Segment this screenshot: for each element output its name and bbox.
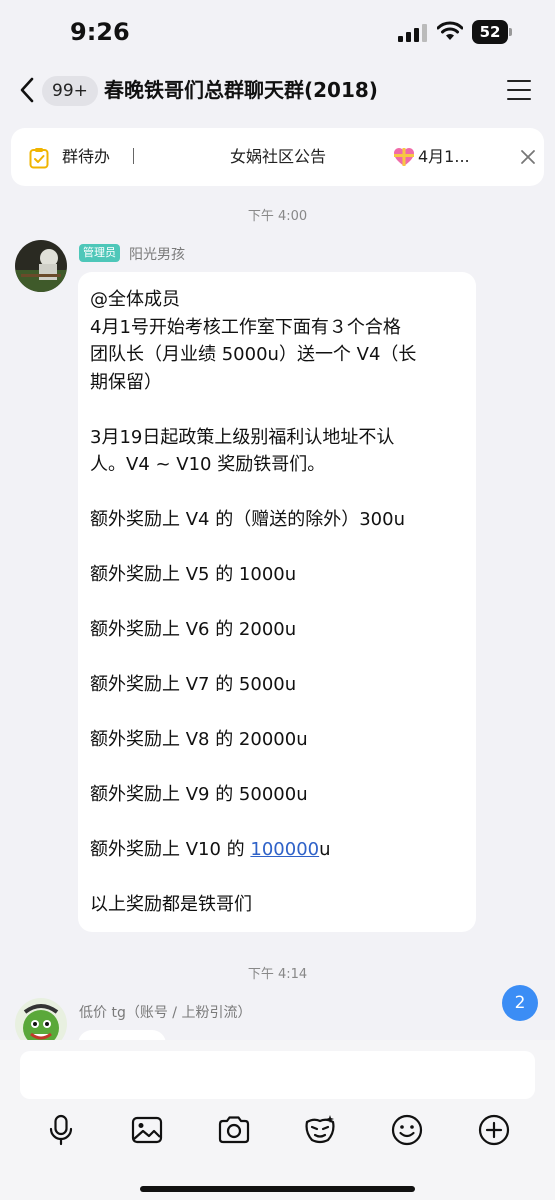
emoji-icon[interactable] [389, 1112, 425, 1148]
message-line: 4月1号开始考核工作室下面有３个合格 [90, 316, 401, 338]
message-line: @全体成员 [90, 289, 180, 310]
avatar-photo [15, 240, 67, 292]
gift-heart-icon [394, 148, 414, 166]
sender-name[interactable]: 低价 tg（账号 / 上粉引流） [79, 1002, 251, 1022]
close-icon[interactable] [520, 149, 536, 165]
sticker-icon[interactable] [302, 1112, 338, 1148]
message-timestamp: 下午 4:14 [247, 967, 308, 982]
message-line: 额外奖励上 V5 的 1000u [90, 564, 297, 585]
message-bubble[interactable]: @全体成员 4月1号开始考核工作室下面有３个合格 团队长（月业绩 5000u）送… [78, 272, 476, 932]
group-title[interactable]: 春晚铁哥们总群聊天群(2018) [104, 76, 378, 104]
message-timestamp: 下午 4:00 [247, 209, 308, 224]
message-line: 额外奖励上 V4 的（赠送的除外）300u [90, 509, 405, 530]
v10-prefix: 额外奖励上 V10 的 [90, 839, 251, 860]
message-line: 额外奖励上 V10 的 100000u [90, 836, 466, 864]
status-time: 9:26 [70, 18, 130, 46]
cellular-signal-icon [398, 24, 427, 42]
microphone-icon[interactable] [43, 1112, 79, 1148]
message-input[interactable] [20, 1051, 535, 1099]
admin-badge: 管理员 [79, 244, 120, 262]
v10-suffix: u [319, 839, 331, 860]
message-line: 3月19日起政策上级别福利认地址不认 [90, 426, 395, 448]
image-icon[interactable] [129, 1112, 165, 1148]
april-notice-link[interactable]: 4月1... [418, 146, 470, 168]
message-line: 额外奖励上 V9 的 50000u [90, 784, 308, 805]
amount-link[interactable]: 100000 [250, 839, 319, 860]
chat-header: 99+ 春晚铁哥们总群聊天群(2018) [0, 64, 555, 120]
message-line: 额外奖励上 V6 的 2000u [90, 619, 297, 640]
new-messages-badge[interactable]: 2 [502, 985, 538, 1021]
menu-icon[interactable] [507, 80, 531, 100]
status-bar: 9:26 52 [0, 0, 555, 64]
battery-icon: 52 [472, 20, 512, 44]
camera-icon[interactable] [216, 1112, 252, 1148]
divider [133, 148, 134, 164]
avatar[interactable] [15, 240, 67, 292]
battery-level: 52 [479, 23, 501, 41]
unread-count-badge[interactable]: 99+ [42, 76, 98, 106]
message-line: 额外奖励上 V7 的 5000u [90, 674, 297, 695]
message-line: 期保留） [90, 371, 162, 393]
back-icon[interactable] [16, 76, 40, 104]
message-line: 人。V4 ~ V10 奖励铁哥们。 [90, 454, 326, 475]
composer [0, 1040, 555, 1200]
message-line: 以上奖励都是铁哥们 [90, 894, 252, 915]
pinned-bar: 群待办 女娲社区公告 4月1... [11, 128, 544, 186]
sender-name[interactable]: 阳光男孩 [129, 244, 185, 264]
home-indicator[interactable] [140, 1186, 415, 1192]
message-line: 额外奖励上 V8 的 20000u [90, 729, 308, 750]
add-icon[interactable] [476, 1112, 512, 1148]
community-notice-link[interactable]: 女娲社区公告 [230, 146, 326, 168]
wifi-icon [437, 21, 463, 40]
group-todo-link[interactable]: 群待办 [62, 146, 110, 168]
message-line: 团队长（月业绩 5000u）送一个 V4（长 [90, 344, 417, 365]
todo-icon [29, 148, 49, 169]
